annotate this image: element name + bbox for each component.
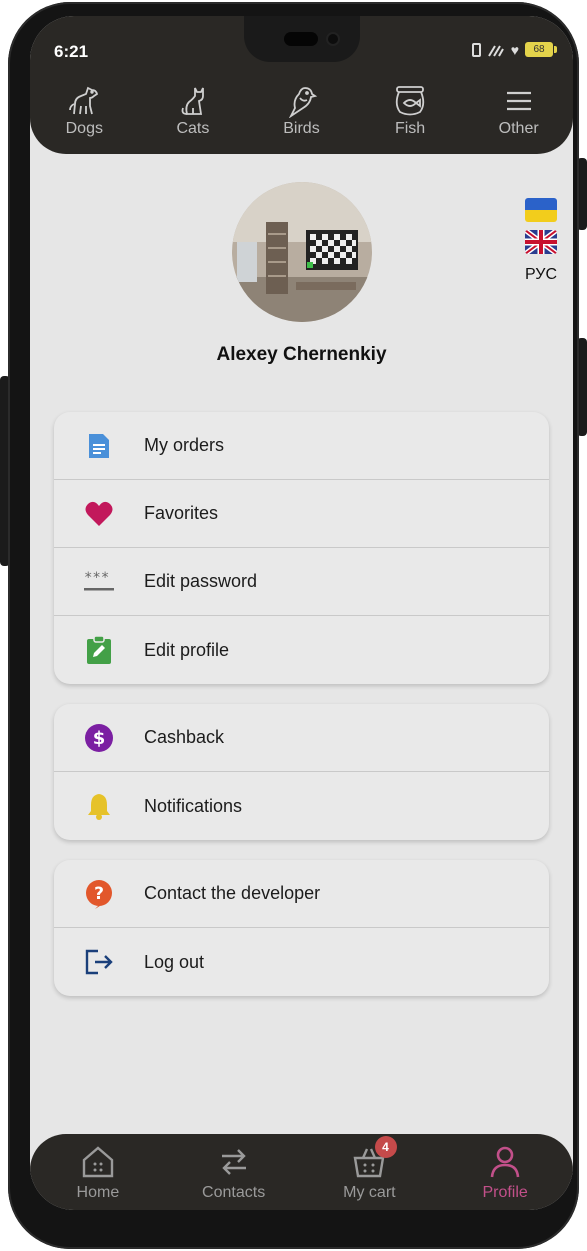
category-cats-label: Cats [176,120,210,137]
status-icons: ♥ 68 [471,41,557,58]
category-nav: Dogs Cats Birds Fish Other [30,84,573,146]
category-other[interactable]: Other [464,84,573,146]
clipboard-edit-icon [87,635,111,664]
contact-developer-item[interactable]: ? Contact the developer [54,860,549,928]
notifications-item[interactable]: Notifications [54,772,549,840]
tab-contacts[interactable]: Contacts [166,1134,302,1210]
camera-notch [244,16,360,62]
category-dogs-label: Dogs [65,120,103,137]
bottom-nav: Home Contacts 4 My cart Profile [30,1134,573,1210]
fish-icon [395,86,425,116]
edit-password-item[interactable]: *** Edit password [54,548,549,616]
contacts-icon [221,1149,246,1175]
category-fish[interactable]: Fish [356,84,465,146]
tab-profile[interactable]: Profile [437,1134,573,1210]
help-icon: ? [86,879,112,909]
tab-contacts-label: Contacts [202,1184,266,1201]
app-screen: 6:21 ♥ 68 Dogs Cats Birds Fish Other РУС… [30,16,573,1210]
tab-profile-label: Profile [482,1184,528,1201]
dog-icon [69,86,99,115]
menu-card-support: ? Contact the developer Log out [54,860,549,996]
wifi-icon: ♥ [510,41,519,58]
password-icon: *** [84,570,114,590]
menu-card-rewards: $ Cashback Notifications [54,704,549,840]
category-fish-label: Fish [394,120,426,137]
dollar-icon: $ [85,723,113,752]
camera-icon [328,34,338,44]
bell-icon [88,794,110,820]
category-birds-label: Birds [283,120,320,137]
language-switcher: РУС [523,198,559,284]
tab-cart[interactable]: 4 My cart [302,1134,438,1210]
tab-cart-label: My cart [343,1184,396,1201]
tab-home[interactable]: Home [30,1134,166,1210]
phone-frame: 6:21 ♥ 68 Dogs Cats Birds Fish Other РУС… [8,2,579,1249]
category-cats[interactable]: Cats [139,84,248,146]
logout-item[interactable]: Log out [54,928,549,996]
top-header: 6:21 ♥ 68 Dogs Cats Birds Fish Other [30,16,573,154]
edit-profile-item[interactable]: Edit profile [54,616,549,684]
document-icon [89,433,109,458]
profile-icon [490,1146,520,1178]
menu-icon [506,91,531,111]
contact-developer-label: Contact the developer [144,883,321,903]
uk-flag-icon[interactable] [525,230,557,254]
favorites-label: Favorites [144,503,219,523]
battery-icon: 68 [525,42,557,57]
menu-card-account: My orders Favorites *** Edit password Ed… [54,412,549,684]
favorites-item[interactable]: Favorites [54,480,549,548]
cat-icon [181,87,204,115]
cashback-label: Cashback [144,727,225,747]
speaker-icon [284,32,318,46]
profile-name: Alexey Chernenkiy [216,344,387,365]
my-orders-label: My orders [144,435,225,455]
category-birds[interactable]: Birds [247,84,356,146]
svg-text:?: ? [94,884,104,904]
svg-text:$: $ [93,728,106,749]
svg-text:***: *** [84,570,109,586]
my-orders-item[interactable]: My orders [54,412,549,480]
signal-icon [487,44,504,57]
ukraine-flag-icon[interactable] [525,198,557,222]
status-time: 6:21 [54,42,89,61]
edit-password-label: Edit password [144,571,258,591]
language-label[interactable]: РУС [525,266,557,284]
vibrate-icon [471,42,481,57]
home-icon [82,1146,114,1178]
category-dogs[interactable]: Dogs [30,84,139,146]
edit-profile-label: Edit profile [144,639,230,660]
logout-label: Log out [144,951,205,972]
cart-badge: 4 [374,1136,397,1158]
logout-icon [85,949,113,975]
avatar[interactable] [232,182,372,322]
category-other-label: Other [498,120,539,137]
cashback-item[interactable]: $ Cashback [54,704,549,772]
notifications-label: Notifications [144,795,243,816]
bird-icon [289,87,318,118]
tab-home-label: Home [76,1184,120,1201]
heart-icon [85,501,113,526]
